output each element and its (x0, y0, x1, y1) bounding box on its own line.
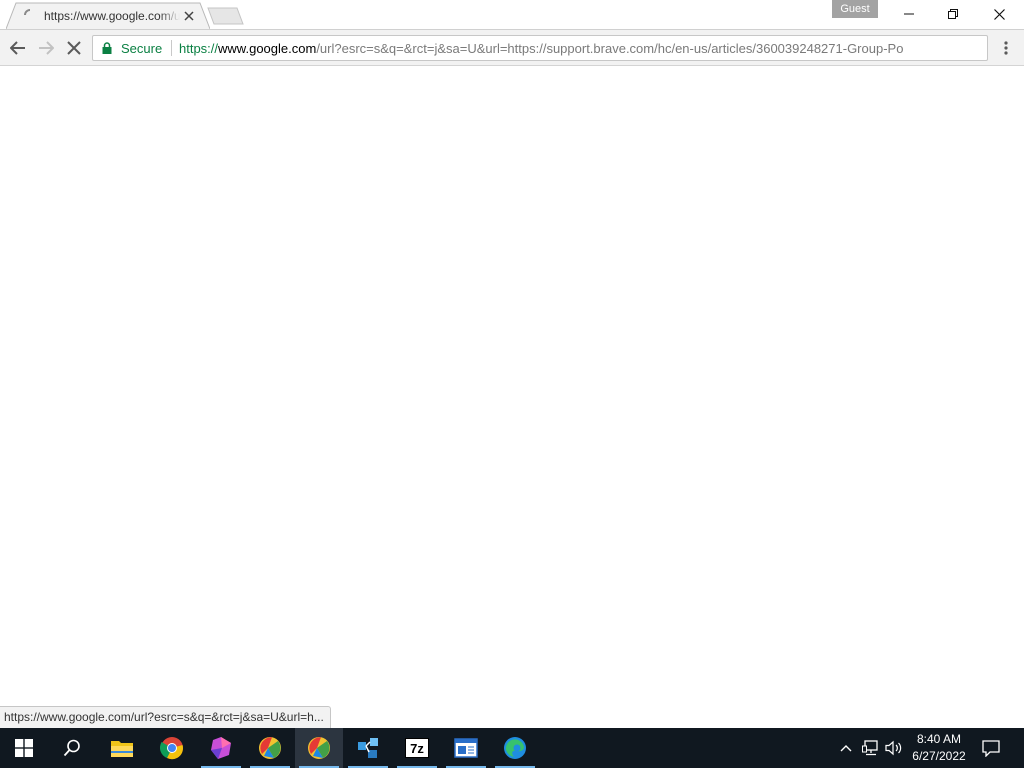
polygon-app-icon (211, 737, 231, 759)
back-button[interactable] (5, 35, 31, 61)
edge-icon (504, 737, 526, 759)
stop-loading-button[interactable] (61, 35, 87, 61)
loading-spinner-icon (24, 9, 31, 16)
guest-profile-badge[interactable]: Guest (832, 0, 878, 18)
browser-titlebar: https://www.google.com/url?esrc=s&q=&rct… (0, 0, 1024, 30)
taskbar-edge[interactable] (491, 728, 539, 768)
windows-start-icon (15, 739, 33, 757)
tab-close-icon[interactable] (181, 8, 197, 24)
back-arrow-icon (10, 41, 25, 55)
taskbar-7zip[interactable]: 7z (393, 728, 441, 768)
browser-menu-button[interactable] (996, 35, 1016, 61)
taskbar-browser-app[interactable] (246, 728, 294, 768)
tab-title: https://www.google.com/url?esrc=s&q=&rct… (44, 9, 180, 23)
speaker-icon (885, 740, 902, 756)
search-icon (63, 739, 80, 757)
chrome-icon (160, 737, 183, 760)
window-app-icon (454, 738, 478, 758)
7zip-icon: 7z (405, 738, 429, 758)
browser-app-icon (259, 737, 281, 759)
security-label: Secure (121, 41, 163, 56)
lock-icon (102, 42, 112, 54)
svg-text:7z: 7z (410, 741, 424, 756)
taskbar-clock[interactable]: 8:40 AM 6/27/2022 (906, 731, 972, 765)
action-center-button[interactable] (981, 738, 1001, 758)
minimize-button[interactable] (886, 0, 932, 28)
clock-time: 8:40 AM (916, 732, 962, 746)
network-tray-button[interactable] (861, 738, 881, 758)
network-wired-icon (862, 740, 878, 756)
taskbar-browser-app-active[interactable] (295, 728, 343, 768)
status-bubble: https://www.google.com/url?esrc=s&q=&rct… (0, 706, 331, 728)
url-text[interactable]: https://www.google.com/url?esrc=s&q=&rct… (179, 41, 985, 56)
url-scheme: https:// (179, 41, 219, 56)
forward-button[interactable] (33, 35, 59, 61)
taskbar-file-explorer[interactable] (98, 728, 146, 768)
page-content (0, 66, 1024, 728)
kebab-menu-icon (1004, 41, 1008, 55)
taskbar-search-button[interactable] (48, 728, 96, 768)
address-bar[interactable]: Secure https://www.google.com/url?esrc=s… (92, 35, 988, 61)
show-hidden-icons-button[interactable] (836, 738, 856, 758)
chevron-up-icon (840, 745, 852, 752)
browser-toolbar: Secure https://www.google.com/url?esrc=s… (0, 29, 1024, 66)
close-window-button[interactable] (976, 0, 1022, 28)
close-icon (993, 8, 1005, 20)
taskbar-polygon-app[interactable] (197, 728, 245, 768)
forward-arrow-icon (39, 41, 54, 55)
new-tab-button[interactable] (205, 6, 245, 26)
stop-x-icon (67, 41, 81, 55)
url-host: www.google.com (218, 41, 317, 56)
browser-app-icon-active (308, 737, 330, 759)
taskbar-chrome[interactable] (148, 728, 196, 768)
network-tool-icon (358, 738, 378, 758)
start-button[interactable] (0, 728, 48, 768)
omnibox-divider (171, 40, 172, 56)
taskbar-network-tool[interactable] (344, 728, 392, 768)
windows-taskbar: 7z 8:40 AM 6/27/2022 (0, 728, 1024, 768)
clock-date: 6/27/2022 (912, 749, 966, 763)
taskbar-window-app[interactable] (442, 728, 490, 768)
url-path: /url?esrc=s&q=&rct=j&sa=U&url=https://su… (316, 41, 904, 56)
restore-button[interactable] (930, 0, 976, 28)
volume-tray-button[interactable] (884, 738, 904, 758)
restore-icon (948, 9, 958, 19)
tab-active[interactable]: https://www.google.com/url?esrc=s&q=&rct… (6, 2, 210, 30)
file-explorer-icon (111, 741, 133, 757)
notification-icon (982, 739, 1000, 757)
minimize-icon (904, 13, 914, 15)
